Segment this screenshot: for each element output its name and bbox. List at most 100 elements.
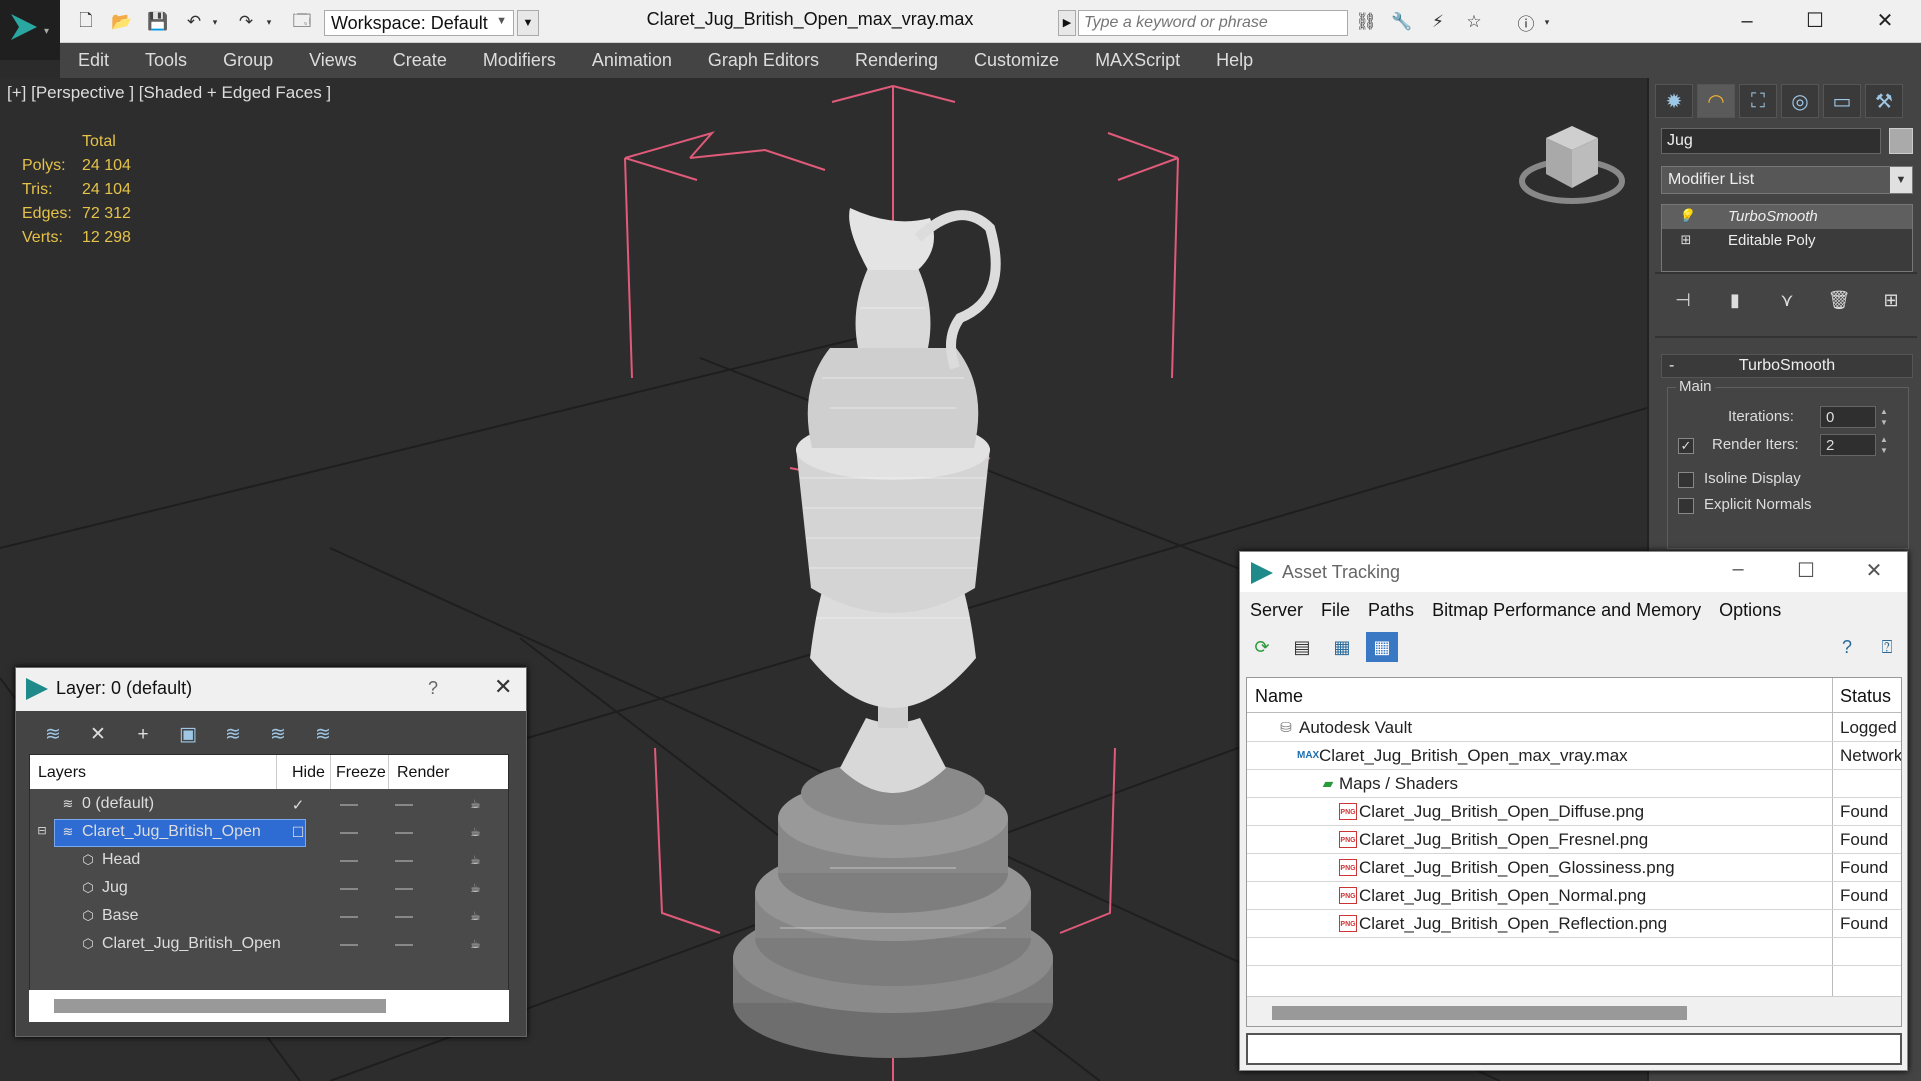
close-button[interactable]: ✕ [1854,558,1894,583]
utilities-tab-icon[interactable]: ⚒ [1865,84,1903,118]
isoline-display-checkbox[interactable] [1678,472,1694,488]
asset-row[interactable]: PNG Claret_Jug_British_Open_Reflection.p… [1247,910,1901,938]
menu-maxscript[interactable]: MAXScript [1077,50,1198,71]
remove-modifier-icon[interactable]: 🗑 [1827,290,1851,311]
modify-tab-icon[interactable]: ◠ [1697,84,1735,118]
menu-file[interactable]: File [1321,600,1350,621]
asset-row[interactable]: PNG Claret_Jug_British_Open_Normal.png F… [1247,882,1901,910]
undo-icon[interactable]: ↶ [180,9,208,35]
menu-customize[interactable]: Customize [956,50,1077,71]
refresh-icon[interactable]: ⟳ [1246,632,1278,662]
table-view-icon[interactable]: ▦ [1366,632,1398,662]
iterations-spinner[interactable] [1820,406,1876,428]
horizontal-scrollbar[interactable] [29,990,509,1022]
expand-plus-icon[interactable]: ⊞ [1678,232,1694,248]
layer-row[interactable]: ⊟ ≋ Claret_Jug_British_Open ☐ ☕ [30,819,510,847]
workspace-options-icon[interactable]: ▼ [517,10,539,36]
close-button[interactable]: ✕ [1860,5,1910,37]
app-logo[interactable]: ▾ [0,0,60,60]
menu-edit[interactable]: Edit [60,50,127,71]
hide-toggle[interactable] [340,804,358,806]
column-layers[interactable]: Layers [38,764,86,782]
hide-toggle[interactable] [340,832,358,834]
help-icon[interactable]: ? [428,678,438,699]
viewport-label[interactable]: [+] [Perspective ] [Shaded + Edged Faces… [7,83,331,103]
help-icon[interactable]: ⓘ [1512,9,1540,35]
asset-row[interactable]: ⛁ Autodesk Vault Logged [1247,714,1901,742]
scrollbar-thumb[interactable] [1272,1006,1687,1020]
asset-path-field[interactable] [1246,1033,1902,1065]
set-current-layer-icon[interactable]: ≋ [261,720,295,750]
render-iters-checkbox[interactable]: ✓ [1678,438,1694,454]
object-name-field[interactable] [1661,128,1881,154]
layer-object-row[interactable]: ⬡ Claret_Jug_British_Open ☕ [30,931,510,959]
render-teapot-icon[interactable]: ☕ [470,825,488,839]
render-teapot-icon[interactable]: ☕ [470,909,488,923]
wrench-icon[interactable]: 🔧 [1388,9,1416,35]
hide-toggle[interactable] [340,888,358,890]
asset-row[interactable]: PNG Claret_Jug_British_Open_Diffuse.png … [1247,798,1901,826]
new-file-icon[interactable]: 🗋 [72,9,100,35]
menu-paths[interactable]: Paths [1368,600,1414,621]
menu-options[interactable]: Options [1719,600,1781,621]
menu-help[interactable]: Help [1198,50,1271,71]
collapse-minus-icon[interactable]: ⊟ [34,824,50,840]
menu-server[interactable]: Server [1250,600,1303,621]
object-color-swatch[interactable] [1889,128,1913,154]
layer-object-row[interactable]: ⬡ Head ☕ [30,847,510,875]
menu-graph-editors[interactable]: Graph Editors [690,50,837,71]
menu-tools[interactable]: Tools [127,50,205,71]
column-name[interactable]: Name [1255,686,1303,707]
binoculars-icon[interactable]: ⛓ [1352,9,1380,35]
turbosmooth-rollout-header[interactable]: - TurboSmooth [1661,354,1913,378]
current-layer-check-icon[interactable]: ✓ [290,796,306,814]
menu-views[interactable]: Views [291,50,375,71]
hide-toggle[interactable] [340,860,358,862]
set-current-box-icon[interactable]: ☐ [290,824,306,840]
render-iters-spinner[interactable] [1820,434,1876,456]
render-teapot-icon[interactable]: ☕ [470,797,488,811]
layer-object-row[interactable]: ⬡ Base ☕ [30,903,510,931]
menu-animation[interactable]: Animation [574,50,690,71]
column-hide[interactable]: Hide [292,764,325,782]
layer-row[interactable]: ≋ 0 (default) ✓ ☕ [30,791,510,819]
menu-rendering[interactable]: Rendering [837,50,956,71]
render-teapot-icon[interactable]: ☕ [470,937,488,951]
help-tooltip-icon[interactable]: ⍰ [1872,632,1902,662]
close-icon[interactable]: ✕ [494,674,512,700]
explicit-normals-checkbox[interactable] [1678,498,1694,514]
stack-item-turbosmooth[interactable]: 💡 TurboSmooth [1662,205,1912,229]
redo-dropdown-icon[interactable]: ▾ [262,9,276,35]
help-dropdown-icon[interactable]: ▾ [1540,9,1554,35]
show-end-result-icon[interactable]: ▮ [1723,290,1747,311]
hide-toggle[interactable] [340,944,358,946]
thumbnail-view-icon[interactable]: ▦ [1326,632,1358,662]
asset-row[interactable]: PNG Claret_Jug_British_Open_Glossiness.p… [1247,854,1901,882]
hide-all-layers-icon[interactable]: ≋ [306,720,340,750]
create-tab-icon[interactable]: ✹ [1655,84,1693,118]
make-unique-icon[interactable]: ⋎ [1775,290,1799,311]
hierarchy-tab-icon[interactable]: ⛶ [1739,84,1777,118]
menu-group[interactable]: Group [205,50,291,71]
viewcube[interactable] [1519,126,1625,204]
select-layer-icon[interactable]: ≋ [216,720,250,750]
column-status[interactable]: Status [1840,686,1891,707]
display-tab-icon[interactable]: ▭ [1823,84,1861,118]
motion-tab-icon[interactable]: ◎ [1781,84,1819,118]
render-teapot-icon[interactable]: ☕ [470,881,488,895]
maximize-button[interactable]: ☐ [1790,5,1840,37]
project-folder-icon[interactable]: 🗔 [288,9,316,35]
layer-object-row[interactable]: ⬡ Jug ☕ [30,875,510,903]
menu-create[interactable]: Create [375,50,465,71]
open-file-icon[interactable]: 📂 [108,9,136,35]
freeze-toggle[interactable] [395,916,413,918]
minimize-button[interactable]: – [1718,558,1758,581]
hide-toggle[interactable] [340,916,358,918]
select-objects-icon[interactable]: ▣ [171,720,205,750]
communication-icon[interactable]: ⚡ [1424,9,1452,35]
add-to-layer-icon[interactable]: + [126,720,160,750]
favorites-star-icon[interactable]: ☆ [1460,9,1488,35]
horizontal-scrollbar[interactable] [1247,996,1901,1026]
spinner-arrows-icon[interactable]: ▲ ▼ [1880,434,1890,456]
scrollbar-thumb[interactable] [54,999,386,1013]
